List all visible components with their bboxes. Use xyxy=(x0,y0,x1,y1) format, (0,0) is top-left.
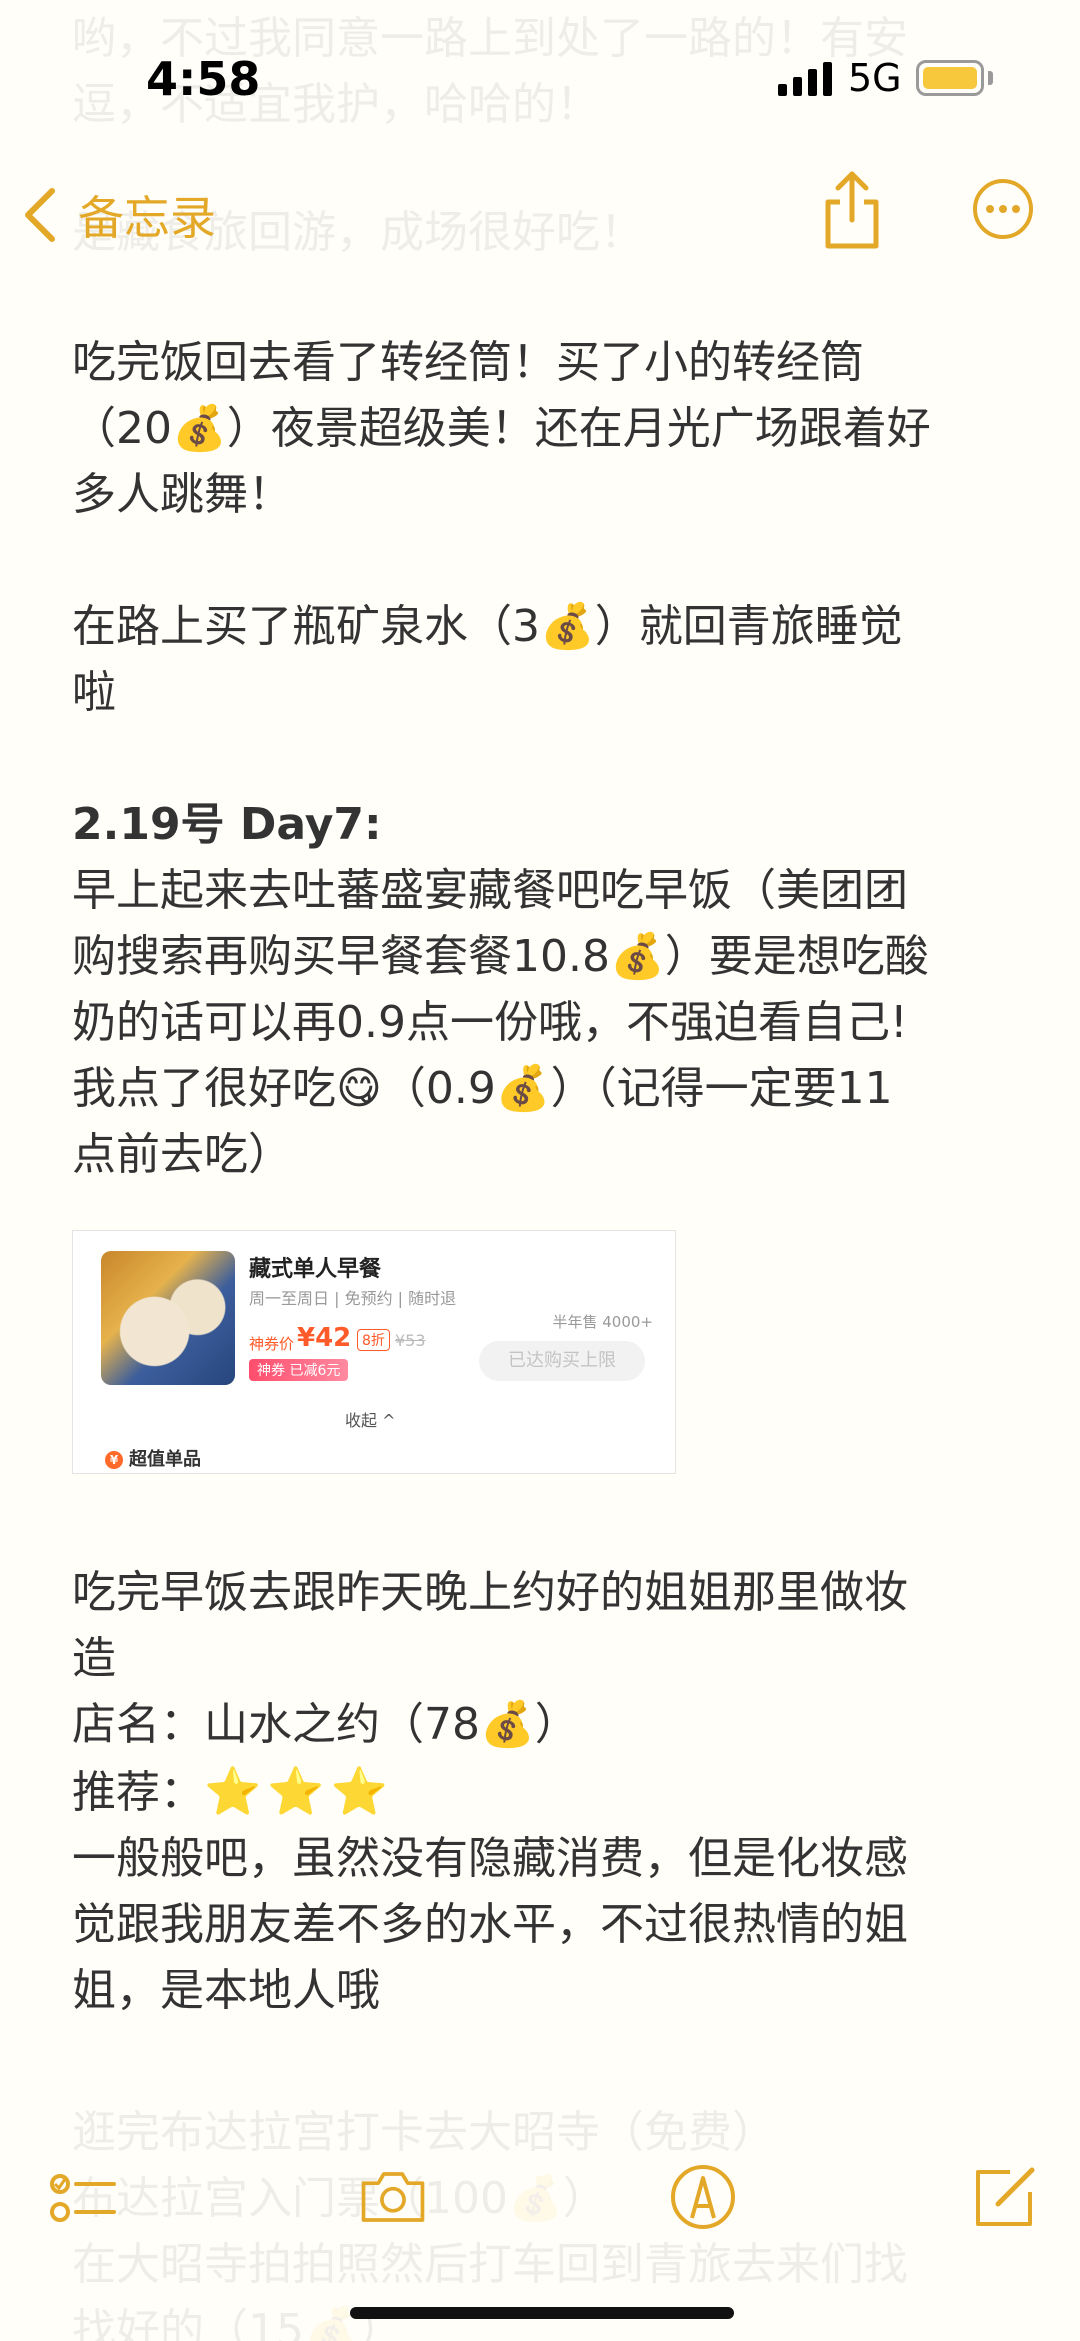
signal-icon xyxy=(778,62,832,96)
chevron-left-icon xyxy=(25,188,55,242)
breakfast-photo xyxy=(101,1251,235,1385)
note-line: 购搜索再购买早餐套餐10.8💰）要是想吃酸 xyxy=(72,931,929,982)
collapse-toggle: 收起 ^ xyxy=(345,1411,396,1430)
recommend-line: 推荐：⭐⭐⭐ xyxy=(72,1758,1032,1826)
rating-stars: ⭐⭐⭐ xyxy=(204,1764,394,1818)
back-label: 备忘录 xyxy=(78,191,216,245)
note-line: （20💰）夜景超级美！还在月光广场跟着好 xyxy=(72,403,931,454)
price-label: 神券价 xyxy=(249,1335,295,1353)
bottom-toolbar xyxy=(0,2150,1080,2240)
back-button[interactable]: 备忘录 xyxy=(20,182,216,248)
embedded-screenshot[interactable]: 藏式单人早餐 周一至周日 | 免预约 | 随时退 神券价 ¥42 8折 ¥53 … xyxy=(72,1230,676,1474)
discount-badge: 8折 xyxy=(357,1329,390,1351)
deal-subtitle: 周一至周日 | 免预约 | 随时退 xyxy=(249,1289,457,1308)
status-bar: 4:58 5G xyxy=(0,0,1080,150)
note-line: 啦 xyxy=(72,667,116,718)
shop-line: 店名：山水之约（78💰） xyxy=(72,1699,579,1750)
note-line: 吃完早饭去跟昨天晚上约好的姐姐那里做妆 xyxy=(72,1567,908,1618)
battery-tip xyxy=(988,71,993,85)
note-body[interactable]: 吃完饭回去看了转经筒！买了小的转经筒 （20💰）夜景超级美！还在月光广场跟着好 … xyxy=(72,330,1032,2024)
note-line: 点前去吃） xyxy=(72,1129,292,1180)
faded-text-line: 在大昭寺拍拍照然后打车回到青旅去来们找 xyxy=(72,2239,908,2290)
note-line: 一般般吧，虽然没有隐藏消费，但是化妆感 xyxy=(72,1833,908,1884)
home-indicator[interactable] xyxy=(350,2307,734,2319)
note-line: 奶的话可以再0.9点一份哦，不强迫看自己! xyxy=(72,997,908,1048)
note-line: 觉跟我朋友差不多的水平，不过很热情的姐 xyxy=(72,1899,908,1950)
note-line: 吃完饭回去看了转经筒！买了小的转经筒 xyxy=(72,337,864,388)
coupon-tag: 神券 已减6元 xyxy=(249,1359,349,1381)
note-line: 我点了很好吃😋（0.9💰）（记得一定要11 xyxy=(72,1063,893,1114)
faded-text-line: 找好的（15💰） xyxy=(72,2305,403,2341)
note-line: 造 xyxy=(72,1633,116,1684)
battery-icon xyxy=(916,60,984,96)
original-price: ¥53 xyxy=(395,1331,426,1350)
compose-icon[interactable] xyxy=(970,2162,1040,2232)
status-time: 4:58 xyxy=(146,52,261,106)
checklist-icon[interactable] xyxy=(48,2162,118,2232)
day-heading: 2.19号 Day7: xyxy=(72,799,382,850)
section-dot-icon: ¥ xyxy=(105,1451,123,1469)
sold-count: 半年售 4000+ xyxy=(552,1313,653,1331)
note-line: 在路上买了瓶矿泉水（3💰）就回青旅睡觉 xyxy=(72,601,903,652)
more-icon[interactable] xyxy=(972,178,1034,240)
nav-bar: 备忘录 xyxy=(0,160,1080,260)
notes-screen: 哟，不过我同意一路上到处了一路的！有安 逗，不适宜我护，哈哈的！ 是藏食旅回游，… xyxy=(0,0,1080,2341)
share-icon[interactable] xyxy=(820,170,884,250)
network-type: 5G xyxy=(848,56,902,100)
markup-pen-icon[interactable] xyxy=(668,2162,738,2232)
note-line: 姐，是本地人哦 xyxy=(72,1965,380,2016)
section-label: ¥ 超值单品 xyxy=(105,1445,201,1471)
recommend-label: 推荐： xyxy=(72,1767,204,1818)
note-line: 多人跳舞！ xyxy=(72,469,292,520)
camera-icon[interactable] xyxy=(358,2162,428,2232)
note-line: 早上起来去吐蕃盛宴藏餐吧吃早饭（美团团 xyxy=(72,865,908,916)
purchase-limit-button: 已达购买上限 xyxy=(479,1341,645,1381)
deal-title: 藏式单人早餐 xyxy=(249,1257,382,1282)
deal-price: ¥42 xyxy=(297,1323,352,1353)
